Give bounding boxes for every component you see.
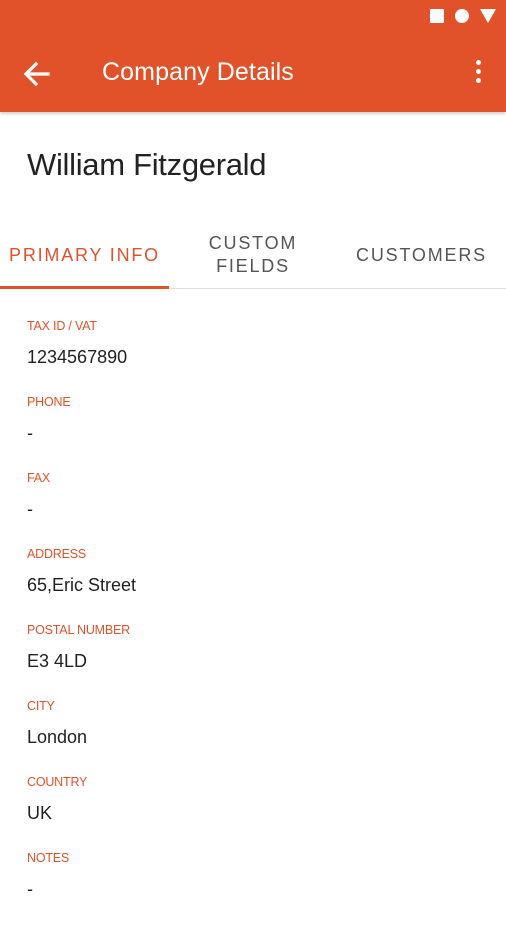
status-bar bbox=[0, 0, 506, 34]
field-label: FAX bbox=[27, 471, 51, 485]
active-tab-indicator bbox=[0, 286, 169, 289]
tab-custom-fields[interactable]: CUSTOM FIELDS bbox=[169, 222, 337, 288]
field-value: - bbox=[27, 499, 33, 519]
tab-label: CUSTOM FIELDS bbox=[208, 233, 298, 276]
tab-bar: PRIMARY INFO CUSTOM FIELDS CUSTOMERS bbox=[0, 222, 506, 289]
tab-label: CUSTOMERS bbox=[356, 244, 487, 265]
more-options-button[interactable] bbox=[468, 56, 488, 92]
field-label: COUNTRY bbox=[27, 775, 88, 789]
field-notes: NOTES - bbox=[27, 851, 487, 927]
primary-info-list: TAX ID / VAT 1234567890 PHONE - FAX - AD… bbox=[27, 319, 487, 927]
field-value: 1234567890 bbox=[27, 347, 128, 367]
field-label: NOTES bbox=[27, 851, 70, 865]
field-city: CITY London bbox=[27, 699, 487, 775]
field-label: TAX ID / VAT bbox=[27, 319, 97, 333]
arrow-left-icon bbox=[23, 61, 50, 87]
field-value: 65,Eric Street bbox=[27, 575, 137, 595]
more-vertical-icon bbox=[475, 60, 481, 65]
field-value: - bbox=[27, 879, 33, 899]
company-name: William Fitzgerald bbox=[27, 147, 267, 182]
square-icon bbox=[430, 9, 444, 23]
tab-primary-info[interactable]: PRIMARY INFO bbox=[0, 222, 169, 288]
field-label: PHONE bbox=[27, 395, 71, 409]
field-phone: PHONE - bbox=[27, 395, 487, 471]
status-icons bbox=[430, 9, 496, 23]
field-tax-id: TAX ID / VAT 1234567890 bbox=[27, 319, 487, 395]
field-label: ADDRESS bbox=[27, 547, 87, 561]
field-country: COUNTRY UK bbox=[27, 775, 487, 851]
field-label: POSTAL NUMBER bbox=[27, 623, 130, 637]
tab-customers[interactable]: CUSTOMERS bbox=[337, 222, 506, 288]
field-value: E3 4LD bbox=[27, 651, 88, 671]
field-fax: FAX - bbox=[27, 471, 487, 547]
field-label: CITY bbox=[27, 699, 55, 713]
field-postal-number: POSTAL NUMBER E3 4LD bbox=[27, 623, 487, 699]
field-address: ADDRESS 65,Eric Street bbox=[27, 547, 487, 623]
field-value: UK bbox=[27, 803, 53, 823]
tab-label: PRIMARY INFO bbox=[9, 244, 160, 265]
field-value: - bbox=[27, 423, 33, 443]
circle-icon bbox=[455, 9, 469, 23]
triangle-icon bbox=[480, 9, 496, 23]
field-value: London bbox=[27, 727, 88, 747]
page-title: Company Details bbox=[102, 58, 294, 86]
app-bar: Company Details bbox=[0, 34, 506, 112]
back-button[interactable] bbox=[16, 54, 60, 94]
